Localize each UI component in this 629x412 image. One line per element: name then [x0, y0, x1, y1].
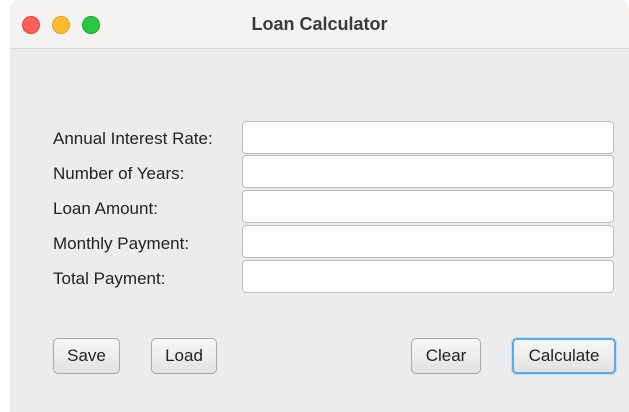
app-window: Loan Calculator Annual Interest Rate: Nu… [10, 0, 629, 412]
save-button[interactable]: Save [53, 338, 120, 374]
annual-interest-rate-label: Annual Interest Rate: [53, 129, 213, 148]
clear-button[interactable]: Clear [411, 338, 481, 374]
window-title: Loan Calculator [251, 14, 388, 34]
title-bar: Loan Calculator [10, 0, 629, 49]
annual-interest-rate-input[interactable] [242, 121, 614, 154]
monthly-payment-label: Monthly Payment: [53, 234, 190, 253]
number-of-years-input[interactable] [242, 155, 614, 188]
total-payment-input[interactable] [242, 260, 614, 293]
number-of-years-label: Number of Years: [53, 164, 185, 183]
loan-amount-input[interactable] [242, 190, 614, 223]
total-payment-label: Total Payment: [53, 269, 166, 288]
monthly-payment-input[interactable] [242, 225, 614, 258]
loan-amount-label: Loan Amount: [53, 199, 158, 218]
load-button[interactable]: Load [151, 338, 217, 374]
calculate-button[interactable]: Calculate [512, 338, 616, 374]
